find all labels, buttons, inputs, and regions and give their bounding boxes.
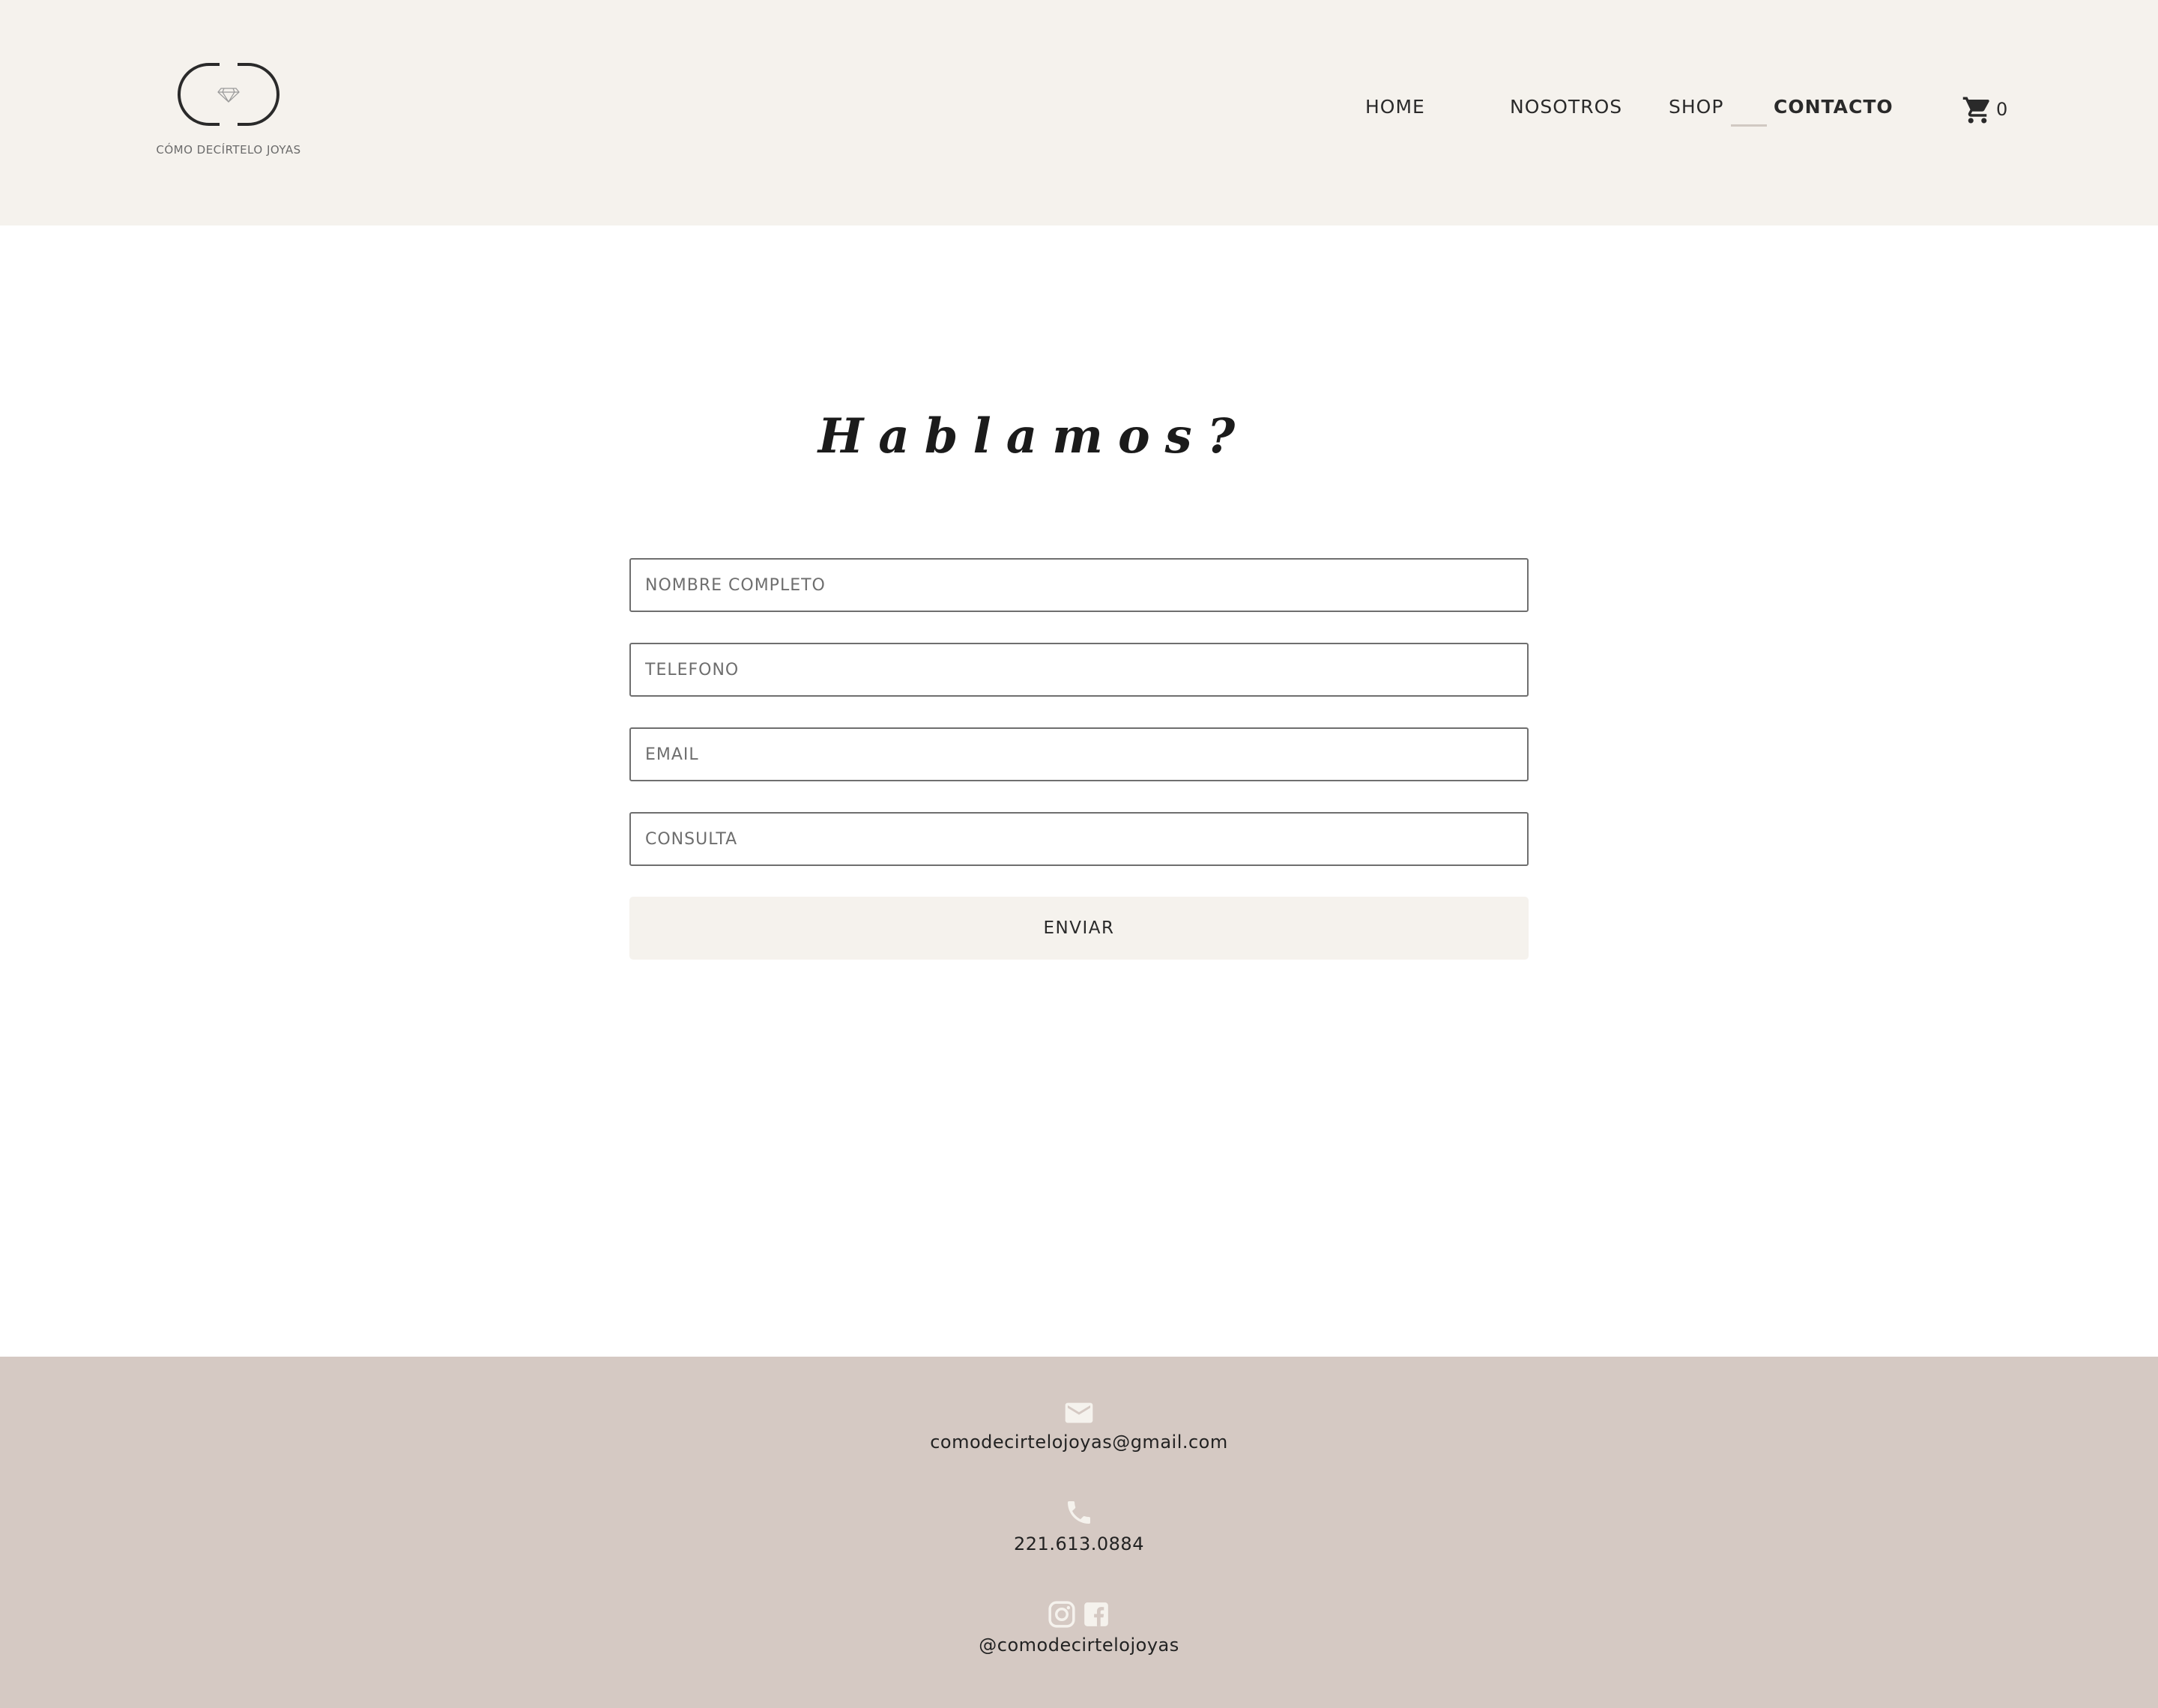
nav-home[interactable]: HOME xyxy=(1365,96,1425,126)
instagram-icon[interactable] xyxy=(1048,1600,1076,1629)
email-field[interactable] xyxy=(629,727,1529,781)
cart-button[interactable]: 0 xyxy=(1962,94,2007,129)
facebook-icon[interactable] xyxy=(1082,1600,1110,1629)
brand-logo[interactable]: CÓMO DECÍRTELO JOYAS xyxy=(150,60,307,165)
name-field[interactable] xyxy=(629,558,1529,612)
page-title: Hablamos? xyxy=(817,408,1251,464)
phone-input[interactable] xyxy=(631,644,1527,695)
phone-field[interactable] xyxy=(629,643,1529,697)
query-input[interactable] xyxy=(631,814,1527,864)
site-header: CÓMO DECÍRTELO JOYAS HOME NOSOTROS SHOP … xyxy=(0,0,2158,225)
nav-contacto[interactable]: CONTACTO xyxy=(1774,96,1893,126)
site-footer: comodecirtelojoyas@gmail.com 221.613.088… xyxy=(0,1357,2158,1708)
query-field[interactable] xyxy=(629,812,1529,866)
mail-icon xyxy=(1065,1402,1093,1423)
email-input[interactable] xyxy=(631,729,1527,780)
cd-diamond-logo-icon xyxy=(178,63,279,126)
footer-social-handle[interactable]: @comodecirtelojoyas xyxy=(0,1635,2158,1656)
cart-icon xyxy=(1962,97,1989,124)
logo-text: CÓMO DECÍRTELO JOYAS xyxy=(156,143,301,157)
nav-active-indicator xyxy=(1731,124,1767,127)
nav-shop[interactable]: SHOP xyxy=(1669,96,1723,126)
submit-button[interactable]: ENVIAR xyxy=(629,897,1529,960)
nav-nosotros[interactable]: NOSOTROS xyxy=(1510,96,1622,126)
footer-email[interactable]: comodecirtelojoyas@gmail.com xyxy=(0,1432,2158,1453)
name-input[interactable] xyxy=(631,560,1527,611)
cart-count: 0 xyxy=(1996,99,2008,120)
phone-icon xyxy=(1068,1501,1090,1524)
footer-phone[interactable]: 221.613.0884 xyxy=(0,1533,2158,1554)
